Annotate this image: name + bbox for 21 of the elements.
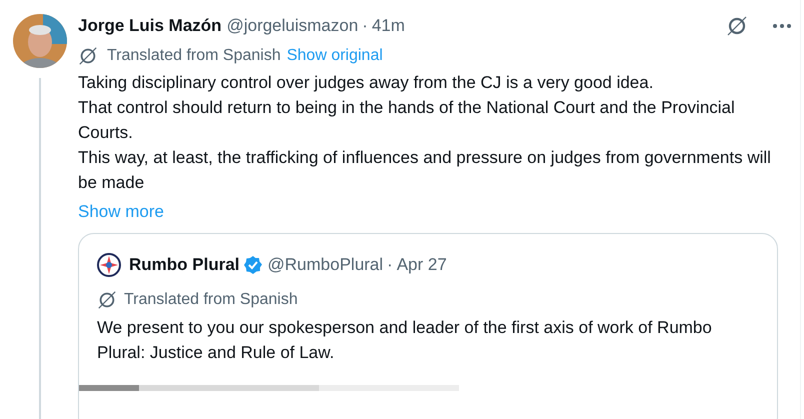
avatar[interactable] xyxy=(13,14,67,68)
quoted-post-text: We present to you our spokesperson and leader of the first axis of work of Rumbo Plural: Justice and Rule of Law. xyxy=(97,317,713,364)
post-text: This way, at least, the trafficking of influences and pressure on judges from governments will be made xyxy=(78,147,772,194)
translation-note: Translated from Spanish xyxy=(107,46,281,66)
separator: · xyxy=(362,15,368,38)
post-text: Taking disciplinary control over judges away from the CJ is a very good idea. xyxy=(78,72,654,94)
translation-note: Translated from Spanish xyxy=(124,290,298,310)
author-name[interactable]: Jorge Luis Mazón xyxy=(78,13,222,39)
quoted-author-handle[interactable]: @RumboPlural xyxy=(268,252,384,278)
post-time[interactable]: 41m xyxy=(372,13,405,39)
author-handle[interactable]: @jorgeluismazon xyxy=(226,13,358,39)
quoted-post-time: Apr 27 xyxy=(396,254,447,276)
translate-icon xyxy=(97,290,117,310)
translate-icon xyxy=(78,46,98,66)
post-text: That control should return to being in the hands of the National Court and the Provincial Courts. xyxy=(78,97,736,144)
translate-icon[interactable] xyxy=(726,15,748,37)
quoted-post-card[interactable]: Rumbo Plural @RumboPlural · Apr 27 Translated from Spanish We present to you our spokesperson and leader of the first axis of work of Rumbo Plural: Justice and Rule of Law. xyxy=(78,233,778,419)
logo-icon xyxy=(97,253,121,277)
separator: · xyxy=(387,254,393,276)
more-icon[interactable] xyxy=(772,23,792,29)
quoted-author-name[interactable]: Rumbo Plural xyxy=(129,252,240,278)
